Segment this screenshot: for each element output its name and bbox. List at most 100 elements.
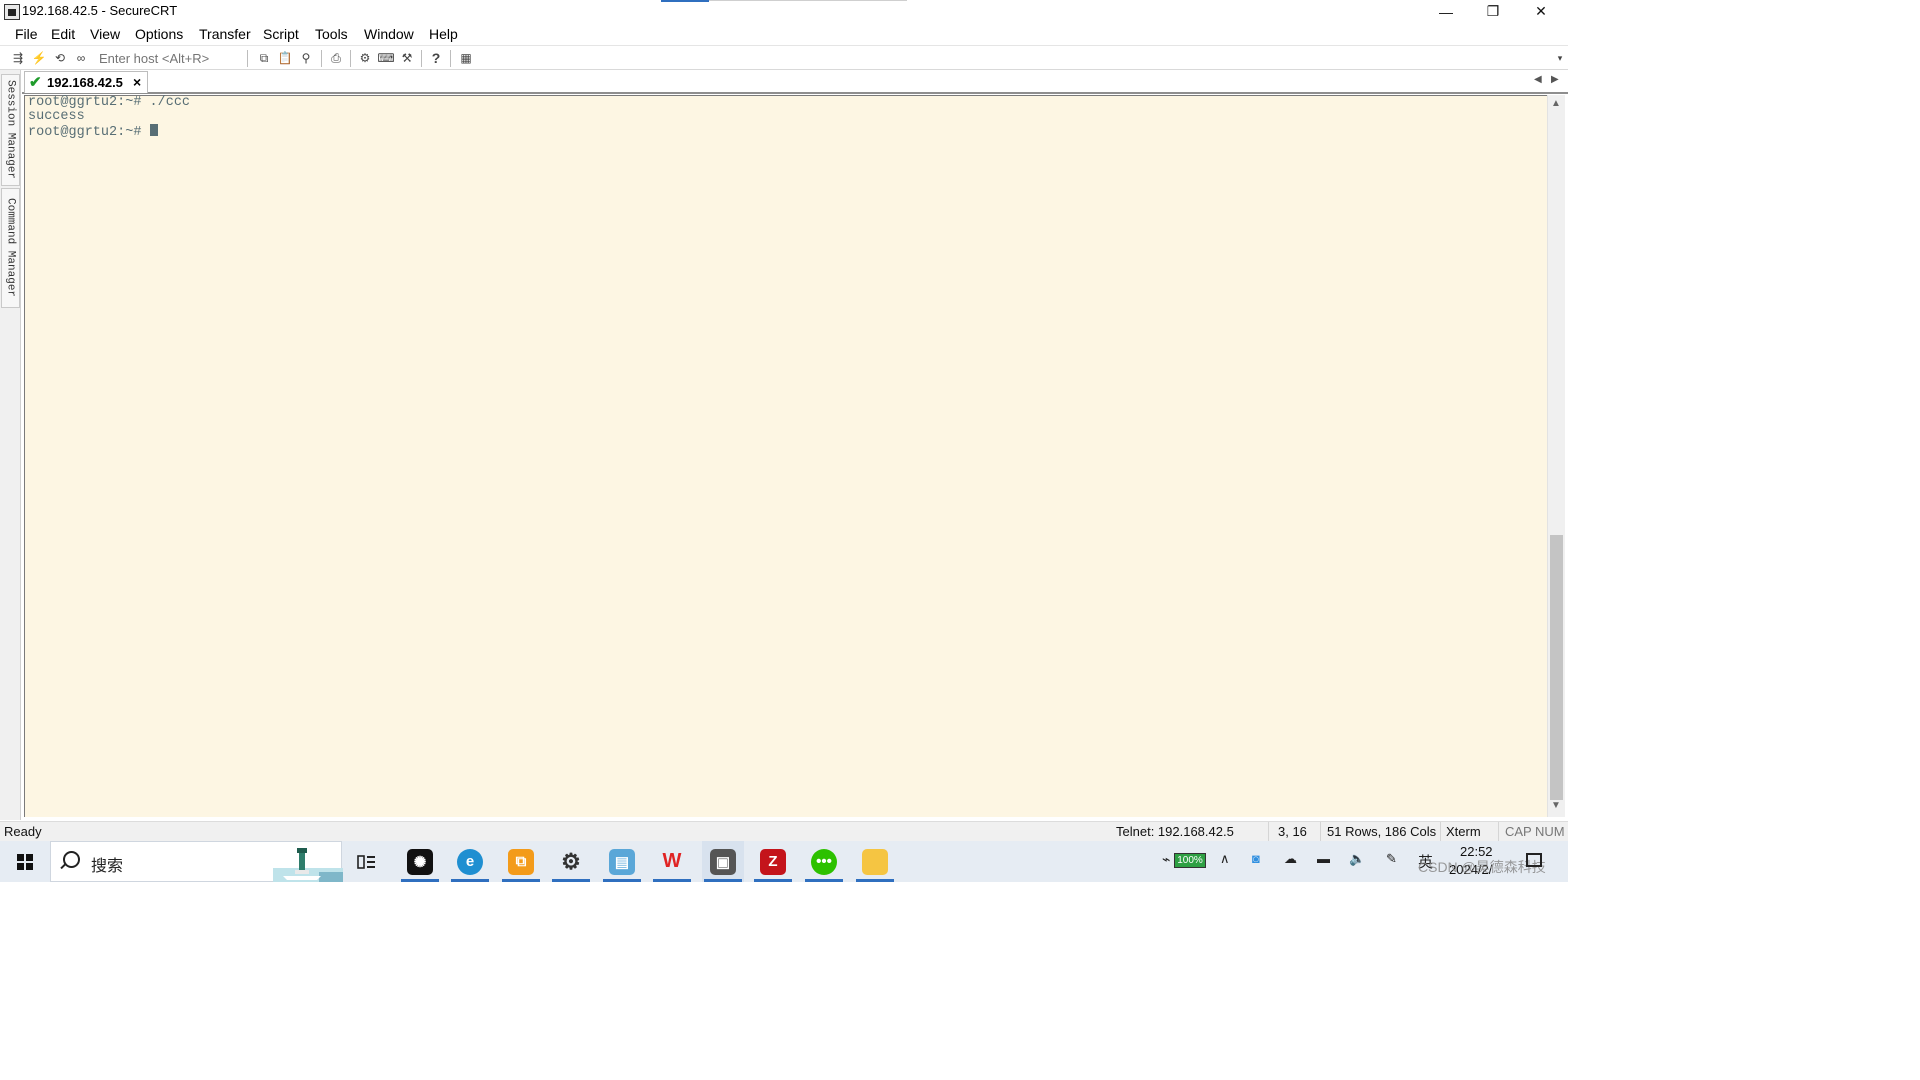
minimize-button[interactable]: — bbox=[1423, 0, 1469, 23]
scroll-thumb[interactable] bbox=[1550, 535, 1563, 800]
toolbar: ⇶ ⚡ ⟲ ∞ ⧉ 📋 ⚲ ⎙ ⚙ ⌨ ⚒ ? ▦ ▾ bbox=[0, 45, 1568, 70]
disconnect-icon[interactable]: ∞ bbox=[73, 50, 89, 66]
menu-options[interactable]: Options bbox=[135, 26, 183, 42]
close-window-button[interactable]: ✕ bbox=[1518, 0, 1564, 23]
host-input[interactable] bbox=[96, 49, 250, 67]
toolbar-separator bbox=[321, 50, 322, 67]
plug-icon: ⌁ bbox=[1162, 851, 1171, 867]
filezilla-icon: Z bbox=[760, 848, 786, 875]
tab-scroll-left-icon[interactable]: ◀ bbox=[1534, 74, 1542, 85]
settings-gear-icon: ⚙ bbox=[561, 848, 581, 874]
window-title: 192.168.42.5 - SecureCRT bbox=[22, 3, 178, 18]
securecrt-app-icon[interactable] bbox=[4, 4, 20, 20]
tab-scroll-right-icon[interactable]: ▶ bbox=[1551, 74, 1559, 85]
menu-script[interactable]: Script bbox=[263, 26, 299, 42]
windows-logo-icon bbox=[17, 853, 33, 870]
taskbar-securecrt[interactable]: ▣ bbox=[702, 841, 744, 882]
keymap-icon[interactable]: ⌨ bbox=[377, 50, 394, 66]
session-manager-tab[interactable]: Session Manager bbox=[1, 74, 20, 186]
folder-icon bbox=[862, 848, 888, 875]
taskbar-edge[interactable]: e bbox=[449, 841, 491, 882]
sftp-icon[interactable]: ▦ bbox=[458, 50, 474, 66]
restore-button[interactable]: ❐ bbox=[1470, 0, 1516, 23]
menu-window[interactable]: Window bbox=[364, 26, 414, 42]
toolbar-separator bbox=[421, 50, 422, 67]
menu-bar: File Edit View Options Transfer Script T… bbox=[0, 23, 1568, 45]
title-bar: 192.168.42.5 - SecureCRT — ❐ ✕ bbox=[0, 0, 1568, 23]
cloud-icon[interactable]: ☁ bbox=[1284, 851, 1297, 867]
taskbar-wechat[interactable]: ••• bbox=[803, 841, 845, 882]
tab-close-icon[interactable]: × bbox=[133, 74, 141, 90]
search-icon bbox=[63, 851, 80, 868]
app-tray-icon[interactable]: ◙ bbox=[1252, 851, 1260, 866]
connected-check-icon: ✔ bbox=[29, 74, 42, 91]
status-divider bbox=[1320, 822, 1321, 842]
toolbar-overflow-icon[interactable]: ▾ bbox=[1552, 50, 1568, 66]
status-divider bbox=[1440, 822, 1441, 842]
status-connection: Telnet: 192.168.42.5 bbox=[1116, 824, 1234, 839]
status-num: NUM bbox=[1535, 824, 1565, 839]
taskbar-settings[interactable]: ⚙ bbox=[550, 841, 592, 882]
status-bar: Ready Telnet: 192.168.42.5 3, 16 51 Rows… bbox=[0, 821, 1568, 842]
copy-icon[interactable]: ⧉ bbox=[256, 50, 272, 66]
scroll-down-icon[interactable]: ▼ bbox=[1551, 800, 1561, 811]
menu-tools[interactable]: Tools bbox=[315, 26, 348, 42]
taskbar-chatgpt[interactable]: ✺ bbox=[399, 841, 441, 882]
menu-file[interactable]: File bbox=[15, 26, 38, 42]
taskbar-vmware[interactable]: ⧉ bbox=[500, 841, 542, 882]
taskbar-wps[interactable]: W bbox=[651, 841, 693, 882]
terminal-line: success bbox=[28, 109, 85, 124]
title-accent-strip bbox=[661, 0, 709, 2]
find-icon[interactable]: ⚲ bbox=[298, 50, 314, 66]
search-placeholder: 搜索 bbox=[91, 858, 124, 875]
task-view-button[interactable] bbox=[346, 841, 388, 882]
menu-view[interactable]: View bbox=[90, 26, 120, 42]
taskbar-control-panel[interactable]: ▤ bbox=[601, 841, 643, 882]
toolbar-separator bbox=[247, 50, 248, 67]
taskbar-filezilla[interactable]: Z bbox=[752, 841, 794, 882]
menu-help[interactable]: Help bbox=[429, 26, 458, 42]
title-divider-strip bbox=[709, 0, 907, 1]
volume-icon[interactable]: 🔈 bbox=[1349, 851, 1365, 867]
help-icon[interactable]: ? bbox=[428, 50, 444, 66]
status-terminal-type: Xterm bbox=[1446, 824, 1481, 839]
taskbar-search-box[interactable]: 搜索 bbox=[50, 841, 343, 882]
terminal-screen[interactable]: root@ggrtu2:~# ./ccc success root@ggrtu2… bbox=[24, 95, 1547, 817]
session-tab-label: 192.168.42.5 bbox=[47, 75, 123, 90]
show-hidden-icons-icon[interactable]: ∧ bbox=[1220, 851, 1230, 867]
tools-icon[interactable]: ⚒ bbox=[399, 50, 415, 66]
toolbar-separator bbox=[450, 50, 451, 67]
side-panel: Session Manager Command Manager bbox=[0, 70, 21, 820]
paste-icon[interactable]: 📋 bbox=[277, 50, 293, 66]
status-ready: Ready bbox=[4, 824, 42, 839]
command-manager-tab[interactable]: Command Manager bbox=[1, 188, 20, 308]
print-icon[interactable]: ⎙ bbox=[328, 50, 344, 66]
chatgpt-icon: ✺ bbox=[407, 848, 433, 875]
status-divider bbox=[1498, 822, 1499, 842]
menu-edit[interactable]: Edit bbox=[51, 26, 75, 42]
status-divider bbox=[1268, 822, 1269, 842]
pen-icon[interactable]: ✎ bbox=[1386, 851, 1397, 867]
edge-icon: e bbox=[457, 848, 483, 875]
terminal-line: root@ggrtu2:~# ./ccc bbox=[28, 95, 191, 110]
status-terminal-size: 51 Rows, 186 Cols bbox=[1327, 824, 1437, 839]
connect-icon[interactable]: ⇶ bbox=[10, 50, 26, 66]
scroll-up-icon[interactable]: ▲ bbox=[1551, 98, 1561, 109]
task-view-icon bbox=[357, 854, 375, 869]
settings-icon[interactable]: ⚙ bbox=[357, 50, 373, 66]
battery-tray-icon[interactable]: ▬ bbox=[1317, 851, 1330, 866]
securecrt-icon: ▣ bbox=[710, 848, 736, 875]
terminal-scrollbar[interactable]: ▲ ▼ bbox=[1547, 95, 1565, 817]
quick-connect-icon[interactable]: ⚡ bbox=[31, 50, 47, 66]
session-tab[interactable]: ✔ 192.168.42.5 × bbox=[24, 71, 148, 93]
wechat-icon: ••• bbox=[811, 848, 837, 875]
session-tab-bar: ✔ 192.168.42.5 × ◀ ▶ bbox=[22, 70, 1568, 94]
battery-indicator[interactable]: 100% bbox=[1174, 853, 1206, 868]
taskbar-file-explorer[interactable] bbox=[854, 841, 896, 882]
search-highlight-lighthouse-icon bbox=[273, 848, 343, 882]
start-button[interactable] bbox=[0, 841, 50, 882]
vmware-icon: ⧉ bbox=[508, 848, 534, 875]
notification-icon[interactable] bbox=[1526, 853, 1542, 867]
menu-transfer[interactable]: Transfer bbox=[199, 26, 251, 42]
reconnect-icon[interactable]: ⟲ bbox=[52, 50, 68, 66]
